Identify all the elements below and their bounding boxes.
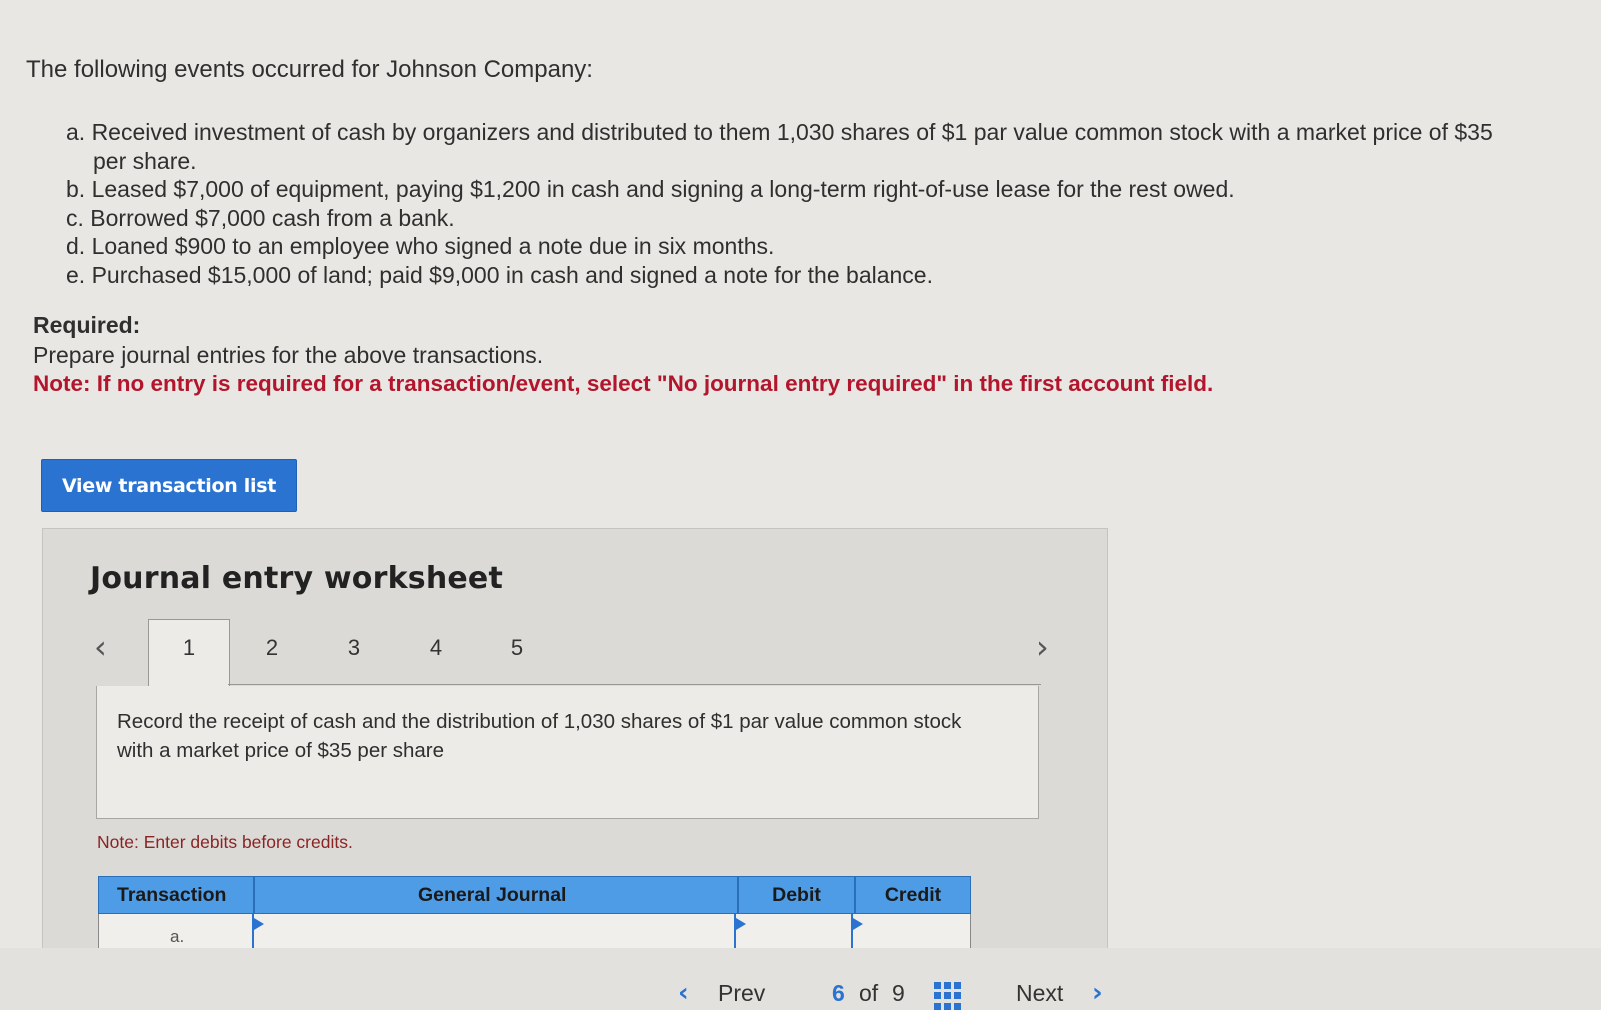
required-text: Prepare journal entries for the above tr… xyxy=(33,342,544,368)
intro-text: The following events occurred for Johnso… xyxy=(26,56,593,83)
required-heading: Required: xyxy=(33,312,141,338)
tab-1[interactable]: 1 xyxy=(169,635,209,661)
page-current: 6 xyxy=(832,980,845,1006)
dropdown-marker-icon[interactable] xyxy=(736,918,746,930)
event-item: c. Borrowed $7,000 cash from a bank. xyxy=(66,204,455,231)
event-list: a. Received investment of cash by organi… xyxy=(66,118,1526,289)
entry-description: Record the receipt of cash and the distr… xyxy=(117,710,962,762)
next-chevron-icon[interactable]: › xyxy=(1092,978,1103,1008)
tab-4[interactable]: 4 xyxy=(416,635,456,661)
bottom-navigation-bar xyxy=(0,948,1601,1010)
dropdown-marker-icon[interactable] xyxy=(254,918,264,930)
prev-chevron-icon[interactable]: ‹ xyxy=(678,978,689,1008)
prev-button[interactable]: Prev xyxy=(718,980,765,1007)
worksheet-note: Note: Enter debits before credits. xyxy=(97,832,353,852)
tab-3[interactable]: 3 xyxy=(334,635,374,661)
event-item: e. Purchased $15,000 of land; paid $9,00… xyxy=(66,261,933,288)
row-transaction-label: a. xyxy=(170,927,185,946)
page-total: 9 xyxy=(892,980,905,1006)
header-transaction: Transaction xyxy=(99,877,255,913)
tab-divider xyxy=(228,684,1041,685)
table-row[interactable] xyxy=(98,914,971,950)
event-item: a. Received investment of cash by organi… xyxy=(66,119,1493,174)
header-debit: Debit xyxy=(739,877,856,913)
event-item: b. Leased $7,000 of equipment, paying $1… xyxy=(66,176,1235,202)
journal-table-header: Transaction General Journal Debit Credit xyxy=(98,876,971,914)
event-item: d. Loaned $900 to an employee who signed… xyxy=(66,233,775,259)
worksheet-title: Journal entry worksheet xyxy=(90,561,504,596)
tab-5[interactable]: 5 xyxy=(497,635,537,661)
tab-2[interactable]: 2 xyxy=(252,635,292,661)
next-button[interactable]: Next xyxy=(1016,980,1063,1007)
dropdown-marker-icon[interactable] xyxy=(853,918,863,930)
header-credit: Credit xyxy=(884,883,942,906)
view-transaction-list-button[interactable]: View transaction list xyxy=(41,459,297,512)
page-of: of xyxy=(859,980,879,1006)
grid-icon[interactable] xyxy=(934,982,962,1010)
header-general-journal: General Journal xyxy=(255,877,739,913)
chevron-left-icon[interactable]: ‹ xyxy=(94,628,107,666)
required-note: Note: If no entry is required for a tran… xyxy=(33,371,1214,396)
chevron-right-icon[interactable]: › xyxy=(1036,628,1049,666)
